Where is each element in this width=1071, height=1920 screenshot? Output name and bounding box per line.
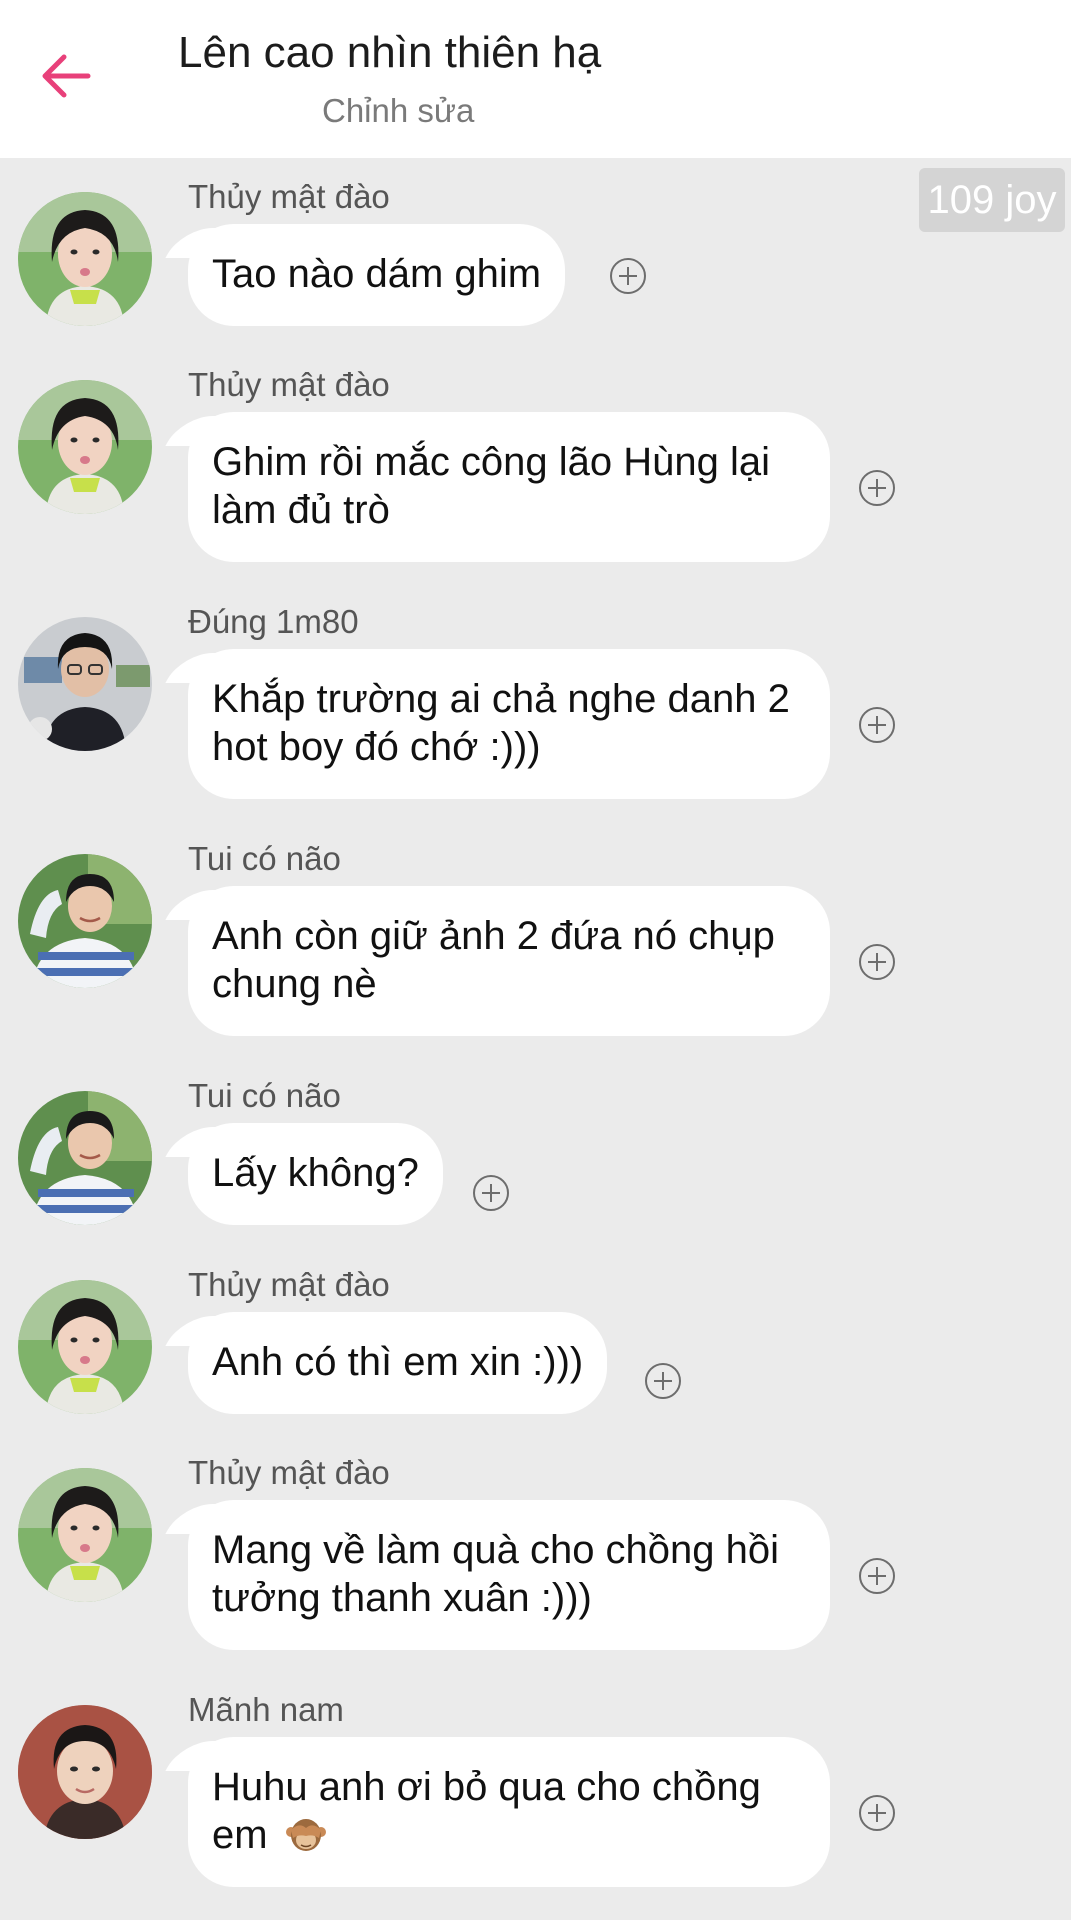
boy-glasses-avatar-icon [18, 617, 152, 751]
avatar[interactable] [18, 1705, 152, 1839]
chat-header: Lên cao nhìn thiên hạ Chỉnh sửa [0, 0, 1071, 158]
avatar[interactable] [18, 1280, 152, 1414]
message-bubble[interactable]: Mang về làm quà cho chồng hồi tưởng than… [188, 1500, 830, 1650]
message-bubble[interactable]: Anh có thì em xin :))) [188, 1312, 608, 1414]
boy-portrait-avatar-icon [18, 1705, 152, 1839]
sender-name[interactable]: Thủy mật đào [188, 1454, 390, 1492]
girl-avatar-icon [18, 380, 152, 514]
add-reaction-button[interactable] [610, 258, 646, 294]
sender-name[interactable]: Đúng 1m80 [188, 603, 359, 641]
chat-title: Lên cao nhìn thiên hạ [178, 28, 602, 77]
avatar[interactable] [18, 192, 152, 326]
sender-name[interactable]: Tui có não [188, 1077, 341, 1115]
arrow-left-icon [42, 54, 91, 98]
avatar[interactable] [18, 1091, 152, 1225]
boy-striped-avatar-icon [18, 1091, 152, 1225]
avatar[interactable] [18, 380, 152, 514]
message-bubble[interactable]: Huhu anh ơi bỏ qua cho chồng em [188, 1737, 830, 1887]
add-reaction-button[interactable] [859, 1795, 895, 1831]
back-button[interactable] [34, 44, 98, 108]
see-no-evil-monkey-icon [285, 1819, 326, 1851]
add-reaction-button[interactable] [645, 1363, 681, 1399]
message-bubble[interactable]: Khắp trường ai chả nghe danh 2 hot boy đ… [188, 649, 830, 799]
sender-name[interactable]: Thủy mật đào [188, 1266, 390, 1304]
sender-name[interactable]: Thủy mật đào [188, 366, 390, 404]
avatar[interactable] [18, 1468, 152, 1602]
message-bubble[interactable]: Ghim rồi mắc công lão Hùng lại làm đủ tr… [188, 412, 830, 562]
add-reaction-button[interactable] [859, 707, 895, 743]
girl-avatar-icon [18, 1280, 152, 1414]
boy-striped-avatar-icon [18, 854, 152, 988]
sender-name[interactable]: Mãnh nam [188, 1691, 344, 1729]
add-reaction-button[interactable] [859, 1558, 895, 1594]
add-reaction-button[interactable] [473, 1175, 509, 1211]
sender-name[interactable]: Tui có não [188, 840, 341, 878]
joy-badge: 109 joy [919, 168, 1065, 232]
edit-link[interactable]: Chỉnh sửa [322, 92, 474, 130]
girl-avatar-icon [18, 192, 152, 326]
avatar[interactable] [18, 854, 152, 988]
girl-avatar-icon [18, 1468, 152, 1602]
message-bubble[interactable]: Tao nào dám ghim [188, 224, 566, 326]
message-bubble[interactable]: Anh còn giữ ảnh 2 đứa nó chụp chung nè [188, 886, 830, 1036]
add-reaction-button[interactable] [859, 470, 895, 506]
sender-name[interactable]: Thủy mật đào [188, 178, 390, 216]
add-reaction-button[interactable] [859, 944, 895, 980]
avatar[interactable] [18, 617, 152, 751]
message-bubble[interactable]: Lấy không? [188, 1123, 443, 1225]
